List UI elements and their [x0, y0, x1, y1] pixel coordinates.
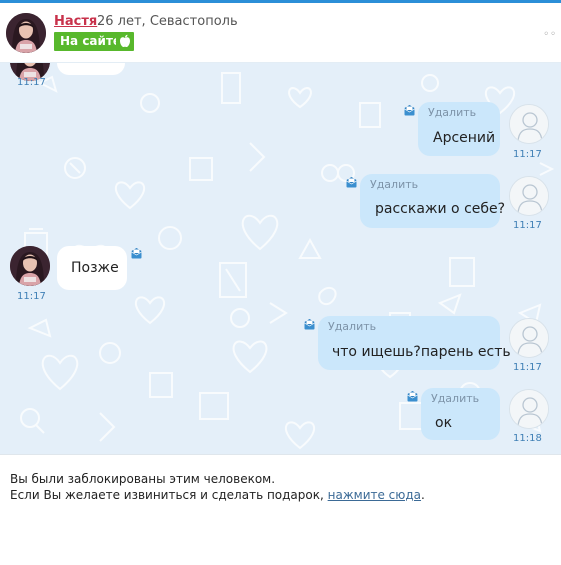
mail-icon — [407, 391, 418, 402]
mail-icon — [304, 319, 315, 330]
apology-notice: Если Вы желаете извиниться и сделать под… — [10, 488, 425, 502]
message-time: 11:17 — [513, 149, 542, 160]
default-avatar-icon[interactable] — [509, 318, 549, 358]
message-text: что ищешь?парень есть — [332, 344, 511, 360]
default-avatar-icon[interactable] — [509, 176, 549, 216]
message-time: 11:17 — [17, 291, 46, 302]
message-time: 11:17 — [513, 362, 542, 373]
default-avatar-icon[interactable] — [509, 389, 549, 429]
mail-icon — [346, 177, 357, 188]
delete-message-link[interactable]: Удалить — [328, 320, 376, 333]
outgoing-message-bubble[interactable]: Удалить расскажи о себе? — [360, 174, 505, 228]
message-time: 11:17 — [513, 220, 542, 231]
message-text: Позже — [71, 260, 119, 276]
message-time: 11:18 — [513, 433, 542, 444]
chat-header: Настя 26 лет, Севастополь На сайте ◦◦ — [0, 3, 561, 63]
apple-icon — [116, 32, 134, 51]
outgoing-message-bubble[interactable]: Удалить что ищешь?парень есть — [318, 316, 511, 370]
gift-apology-link[interactable]: нажмите сюда — [328, 488, 421, 502]
blocked-notice-panel: Вы были заблокированы этим человеком. Ес… — [0, 454, 561, 565]
delete-message-link[interactable]: Удалить — [431, 392, 479, 405]
default-avatar-icon[interactable] — [509, 104, 549, 144]
outgoing-message-bubble[interactable]: Удалить Арсений — [418, 102, 500, 156]
message-text: ок — [435, 415, 453, 431]
message-time: 11:17 — [17, 77, 46, 88]
contact-age-city: 26 лет, Севастополь — [97, 14, 238, 29]
more-options-icon[interactable]: ◦◦ — [543, 29, 557, 40]
apology-suffix: . — [421, 488, 425, 502]
contact-name-link[interactable]: Настя — [54, 14, 97, 29]
delete-message-link[interactable]: Удалить — [370, 178, 418, 191]
outgoing-message-bubble[interactable]: Удалить ок — [421, 388, 500, 440]
message-text: Арсений — [433, 130, 496, 146]
message-area[interactable]: 11:17 Удалить Арсений 11:17 Удалить расс… — [0, 63, 561, 454]
mail-icon — [404, 105, 415, 116]
incoming-message-bubble[interactable]: Позже — [57, 246, 127, 290]
blocked-notice-text: Вы были заблокированы этим человеком. — [10, 472, 276, 486]
contact-avatar-small[interactable] — [10, 246, 50, 286]
incoming-message-bubble[interactable] — [57, 63, 125, 75]
message-text: расскажи о себе? — [375, 201, 506, 217]
contact-avatar[interactable] — [6, 13, 46, 53]
apology-text: Если Вы желаете извиниться и сделать под… — [10, 488, 328, 502]
delete-message-link[interactable]: Удалить — [428, 106, 476, 119]
mail-icon — [131, 248, 142, 259]
